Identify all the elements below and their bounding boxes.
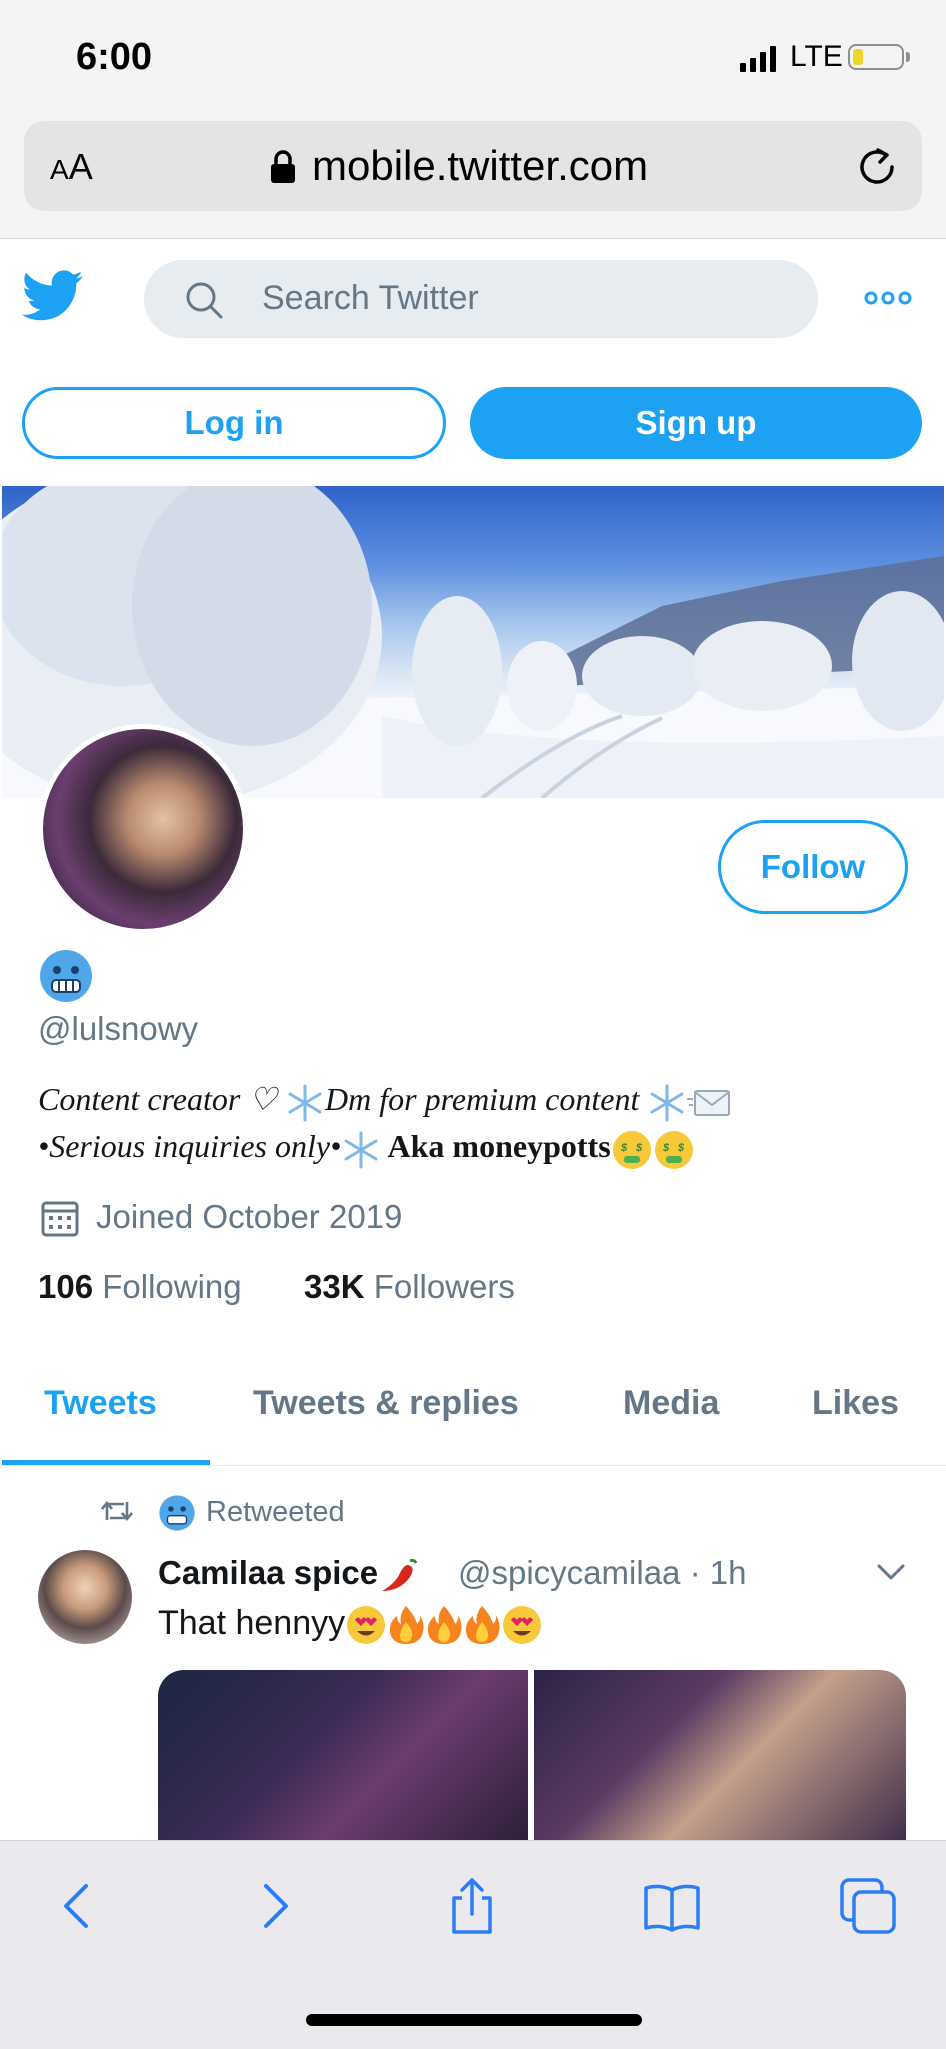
twitter-logo-icon[interactable]: [22, 270, 84, 322]
fire-icon: [428, 1606, 462, 1645]
snowflake-icon: [344, 1131, 378, 1169]
fire-icon: [390, 1606, 424, 1645]
share-icon[interactable]: [442, 1876, 502, 1936]
reload-icon[interactable]: [854, 144, 900, 190]
envelope-icon: [687, 1089, 731, 1116]
retweeted-label: Retweeted: [206, 1496, 345, 1528]
tweet-meta: @spicycamilaa · 1h: [458, 1554, 747, 1591]
heart-eyes-emoji-icon: [503, 1606, 542, 1645]
status-time: 6:00: [76, 36, 153, 78]
forward-icon[interactable]: [244, 1876, 304, 1936]
login-button[interactable]: Log in: [22, 387, 446, 459]
cold-face-emoji-icon: [159, 1495, 195, 1531]
bookmarks-icon[interactable]: [642, 1876, 702, 1936]
cellular-signal-icon: [740, 46, 776, 72]
chevron-down-icon[interactable]: [876, 1562, 906, 1582]
calendar-icon: [41, 1201, 79, 1237]
tweet-author-avatar[interactable]: [38, 1550, 132, 1644]
fire-icon: [466, 1606, 500, 1645]
tweet-author-handle[interactable]: @spicycamilaa: [458, 1554, 680, 1591]
more-options-icon[interactable]: [864, 290, 912, 306]
tab-likes[interactable]: Likes: [812, 1384, 899, 1423]
tab-media[interactable]: Media: [623, 1384, 719, 1423]
url-text[interactable]: mobile.twitter.com: [312, 142, 648, 190]
followers-link[interactable]: 33K Followers: [304, 1268, 515, 1305]
home-indicator[interactable]: [306, 2014, 642, 2026]
retweet-icon: [101, 1500, 133, 1522]
lock-icon: [271, 150, 295, 183]
back-icon[interactable]: [48, 1876, 108, 1936]
snowflake-icon: [288, 1084, 322, 1122]
bio-line-2: •Serious inquiries only• Aka moneypotts $…: [38, 1128, 695, 1171]
search-bar[interactable]: [144, 260, 818, 338]
svg-text:$: $: [677, 1142, 685, 1154]
profile-handle: @lulsnowy: [38, 1010, 199, 1047]
tab-divider: [0, 1465, 946, 1466]
tweet-text: That hennyy: [158, 1604, 543, 1646]
reader-aa-button[interactable]: AA: [50, 146, 93, 188]
tab-tweets-replies[interactable]: Tweets & replies: [253, 1384, 519, 1423]
signup-button[interactable]: Sign up: [470, 387, 922, 459]
network-type: LTE: [790, 40, 843, 73]
tweet-media-image-2[interactable]: [534, 1670, 906, 1850]
tweet-time[interactable]: 1h: [710, 1554, 747, 1591]
search-input[interactable]: Search Twitter: [262, 279, 479, 318]
money-mouth-face-icon: $ $: [612, 1130, 651, 1169]
tab-tweets[interactable]: Tweets: [44, 1384, 157, 1423]
bio-line-1: Content creator ♡ Dm for premium content: [38, 1080, 731, 1123]
follow-stats: 106 Following 33K Followers: [38, 1268, 515, 1306]
svg-text:$: $: [620, 1142, 628, 1154]
profile-avatar[interactable]: [38, 724, 248, 934]
tabs-icon[interactable]: [838, 1876, 898, 1936]
joined-date: Joined October 2019: [96, 1198, 403, 1235]
following-link[interactable]: 106 Following: [38, 1268, 242, 1305]
cold-face-emoji-icon: [40, 950, 92, 1002]
battery-icon: [848, 44, 904, 70]
tweet-author-name[interactable]: Camilaa spice: [158, 1554, 422, 1595]
tweet-media-image-1[interactable]: [158, 1670, 528, 1850]
chili-pepper-icon: [382, 1559, 418, 1592]
battery-nub: [906, 52, 910, 62]
snowflake-icon: [650, 1084, 684, 1122]
follow-button[interactable]: Follow: [718, 820, 908, 914]
heart-eyes-emoji-icon: [347, 1606, 386, 1645]
svg-text:$: $: [662, 1142, 670, 1154]
search-icon: [186, 282, 223, 319]
money-mouth-face-icon: $ $: [654, 1130, 693, 1169]
svg-text:$: $: [635, 1142, 643, 1154]
